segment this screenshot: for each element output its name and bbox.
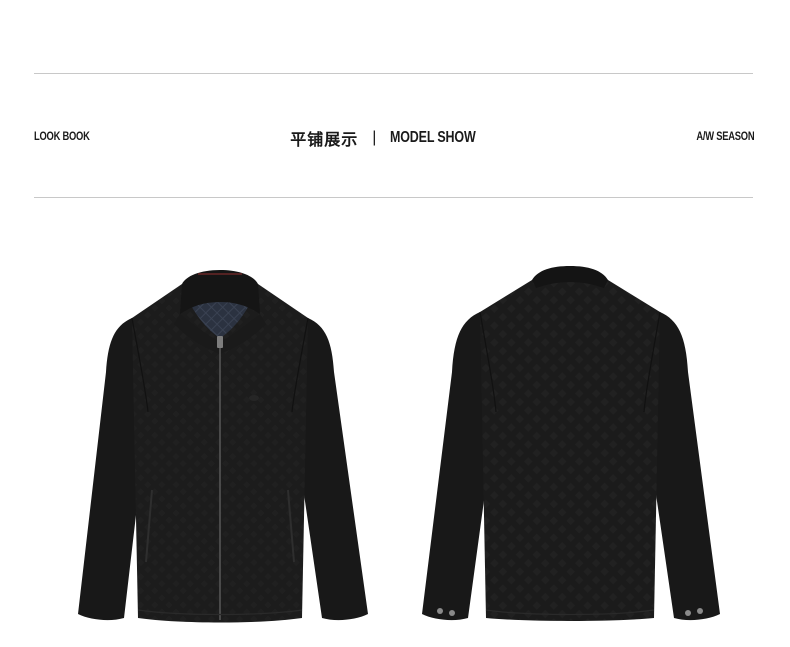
- jacket-front-illustration: [78, 270, 368, 623]
- section-title-cn: 平铺展示: [290, 132, 359, 149]
- season-label: A/W SEASON: [696, 129, 754, 143]
- section-title-en: MODEL SHOW: [390, 129, 476, 146]
- title-separator: |: [372, 129, 377, 146]
- jacket-back-image: [418, 262, 722, 622]
- top-divider: [34, 73, 753, 74]
- bottom-divider: [34, 197, 753, 198]
- section-title: 平铺展示 | MODEL SHOW: [0, 126, 790, 150]
- jacket-front-image: [70, 262, 370, 624]
- jacket-back-illustration: [422, 266, 720, 621]
- section-header: LOOK BOOK 平铺展示 | MODEL SHOW A/W SEASON: [0, 120, 790, 154]
